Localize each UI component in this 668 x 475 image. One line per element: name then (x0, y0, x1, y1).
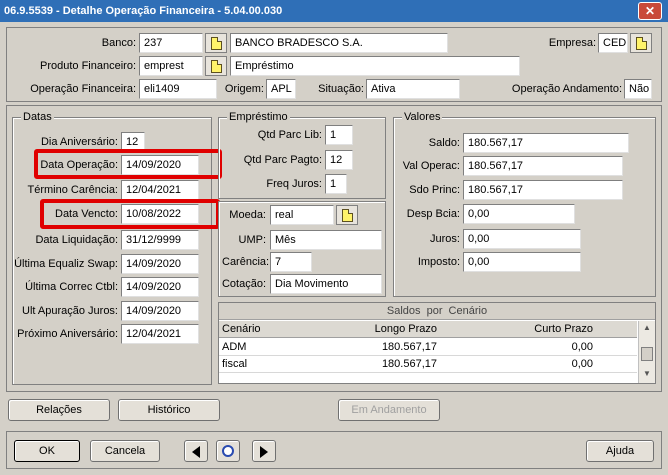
moeda-lookup-button[interactable] (336, 205, 358, 225)
carencia-label: Carência: (222, 256, 270, 268)
desp-bcia-field: 0,00 (463, 204, 575, 224)
qtd-parc-lib-field[interactable]: 1 (325, 125, 353, 145)
ok-button[interactable]: OK (14, 440, 80, 462)
relacoes-button[interactable]: Relações (8, 399, 110, 421)
termino-carencia-label: Término Carência: (27, 184, 118, 196)
row-cenario: fiscal (222, 358, 248, 370)
col-header-longo-prazo[interactable]: Longo Prazo (300, 321, 440, 337)
close-button[interactable]: ✕ (638, 2, 662, 20)
moeda-field[interactable]: real (270, 205, 334, 225)
produto-lookup-button[interactable] (205, 56, 227, 76)
imposto-field: 0,00 (463, 252, 581, 272)
saldo-field: 180.567,17 (463, 133, 629, 153)
qtd-parc-pagto-label: Qtd Parc Pagto: (243, 154, 322, 166)
situacao-label: Situação: (318, 83, 364, 95)
proximo-aniversario-label: Próximo Aniversário: (17, 328, 118, 340)
row-curto-prazo: 0,00 (571, 341, 593, 353)
ult-apuracao-juros-field[interactable]: 14/09/2020 (121, 301, 199, 321)
val-operac-field: 180.567,17 (463, 156, 623, 176)
scroll-up-arrow-icon[interactable]: ▲ (639, 321, 655, 335)
sdo-princ-field: 180.567,17 (463, 180, 623, 200)
freq-juros-field[interactable]: 1 (325, 174, 347, 194)
andamento-field: Não (624, 79, 652, 99)
window-title: 06.9.5539 - Detalhe Operação Financeira … (4, 5, 283, 17)
valores-title: Valores (402, 111, 443, 123)
saldo-label: Saldo: (428, 137, 460, 149)
operacao-field[interactable]: eli1409 (139, 79, 217, 99)
empresa-field[interactable]: CED (598, 33, 628, 53)
juros-label: Juros: (430, 233, 460, 245)
moeda-label: Moeda: (229, 209, 266, 221)
previous-button[interactable] (184, 440, 208, 462)
carencia-field[interactable]: 7 (270, 252, 312, 272)
produto-name-field: Empréstimo (230, 56, 520, 76)
produto-label: Produto Financeiro: (40, 60, 136, 72)
banco-code-field[interactable]: 237 (139, 33, 203, 53)
freq-juros-label: Freq Juros: (266, 178, 322, 190)
sdo-princ-label: Sdo Princ: (409, 184, 460, 196)
termino-carencia-field[interactable]: 12/04/2021 (121, 180, 199, 200)
col-header-curto-prazo[interactable]: Curto Prazo (440, 321, 596, 337)
cancela-button[interactable]: Cancela (90, 440, 160, 462)
cotacao-field[interactable]: Dia Movimento (270, 274, 382, 294)
produto-code-field[interactable]: emprest (139, 56, 203, 76)
binoculars-icon (222, 445, 234, 457)
ultima-correc-ctbl-label: Última Correc Ctbl: (25, 281, 118, 293)
em-andamento-button[interactable]: Em Andamento (338, 399, 440, 421)
col-header-cenario[interactable]: Cenário (219, 321, 299, 337)
banco-lookup-button[interactable] (205, 33, 227, 53)
search-button[interactable] (216, 440, 240, 462)
ult-apuracao-juros-label: Ult Apuração Juros: (22, 305, 118, 317)
desp-bcia-label: Desp Bcia: (406, 208, 460, 220)
title-bar: 06.9.5539 - Detalhe Operação Financeira … (0, 0, 668, 22)
ultima-equaliz-swap-field[interactable]: 14/09/2020 (121, 254, 199, 274)
row-longo-prazo: 180.567,17 (381, 341, 437, 353)
row-curto-prazo: 0,00 (571, 358, 593, 370)
datas-title: Datas (21, 111, 54, 123)
operacao-label: Operação Financeira: (30, 83, 136, 95)
emprestimo-title: Empréstimo (227, 111, 290, 123)
qtd-parc-lib-label: Qtd Parc Lib: (257, 129, 322, 141)
empresa-label: Empresa: (548, 37, 596, 49)
val-operac-label: Val Operac: (402, 160, 460, 172)
scroll-thumb[interactable] (641, 347, 653, 361)
lookup-icon (210, 36, 222, 50)
banco-label: Banco: (101, 37, 136, 49)
ump-label: UMP: (238, 234, 267, 246)
ump-field[interactable]: Mês (270, 230, 382, 250)
highlight-data-vencto (40, 199, 220, 229)
juros-field: 0,00 (463, 229, 581, 249)
data-liquidacao-field[interactable]: 31/12/9999 (121, 230, 199, 250)
banco-name-field: BANCO BRADESCO S.A. (230, 33, 448, 53)
lookup-icon (210, 59, 222, 73)
vertical-scrollbar[interactable]: ▲ ▼ (638, 321, 655, 383)
lookup-icon (635, 36, 647, 50)
ultima-correc-ctbl-field[interactable]: 14/09/2020 (121, 277, 199, 297)
origem-field: APL (266, 79, 296, 99)
imposto-label: Imposto: (417, 256, 460, 268)
andamento-label: Operação Andamento: (511, 83, 622, 95)
highlight-data-operacao (34, 149, 222, 179)
proximo-aniversario-field[interactable]: 12/04/2021 (121, 324, 199, 344)
row-longo-prazo: 180.567,17 (381, 358, 437, 370)
row-cenario: ADM (222, 341, 247, 353)
lookup-icon (341, 208, 353, 222)
historico-button[interactable]: Histórico (118, 399, 220, 421)
scroll-down-arrow-icon[interactable]: ▼ (639, 367, 655, 381)
origem-label: Origem: (224, 83, 264, 95)
ajuda-button[interactable]: Ajuda (586, 440, 654, 462)
cotacao-label: Cotação: (221, 278, 266, 290)
arrow-right-icon (260, 446, 268, 458)
data-liquidacao-label: Data Liquidação: (35, 234, 118, 246)
qtd-parc-pagto-field[interactable]: 12 (325, 150, 353, 170)
empresa-lookup-button[interactable] (630, 33, 652, 53)
saldos-title: Saldos por Cenário (219, 303, 655, 320)
ultima-equaliz-swap-label: Última Equaliz Swap: (14, 258, 118, 270)
next-button[interactable] (252, 440, 276, 462)
situacao-field: Ativa (366, 79, 460, 99)
arrow-left-icon (192, 446, 200, 458)
